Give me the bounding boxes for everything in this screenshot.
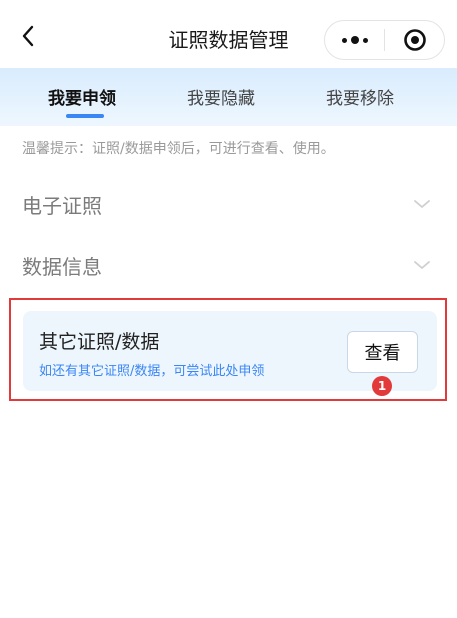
card-subtitle: 如还有其它证照/数据，可尝试此处申领: [39, 364, 265, 379]
tab-remove[interactable]: 我要移除: [326, 84, 394, 109]
tab-hide[interactable]: 我要隐藏: [187, 84, 255, 109]
tab-apply[interactable]: 我要申领: [48, 84, 116, 109]
chevron-down-icon: [414, 200, 430, 208]
chevron-down-icon: [414, 261, 430, 269]
section-label: 电子证照: [22, 194, 102, 218]
view-button[interactable]: 查看: [347, 331, 418, 373]
more-dots-icon: [341, 36, 368, 44]
tip-text: 温馨提示：证照/数据申领后，可进行查看、使用。: [22, 141, 335, 157]
active-tab-indicator: [66, 114, 104, 118]
back-button[interactable]: [14, 22, 42, 50]
section-label: 数据信息: [22, 255, 102, 279]
card-title: 其它证照/数据: [39, 331, 160, 353]
more-button[interactable]: [325, 21, 384, 59]
section-data-info[interactable]: 数据信息: [0, 245, 457, 285]
nav-bar: 证照数据管理: [0, 0, 457, 68]
close-button[interactable]: [385, 21, 444, 59]
tab-bar: 我要申领 我要隐藏 我要移除: [0, 68, 457, 126]
step-marker-badge: 1: [372, 376, 392, 396]
chevron-left-icon: [22, 25, 34, 47]
section-e-license[interactable]: 电子证照: [0, 184, 457, 224]
mini-program-capsule: [324, 20, 445, 60]
target-circle-icon: [403, 29, 426, 51]
